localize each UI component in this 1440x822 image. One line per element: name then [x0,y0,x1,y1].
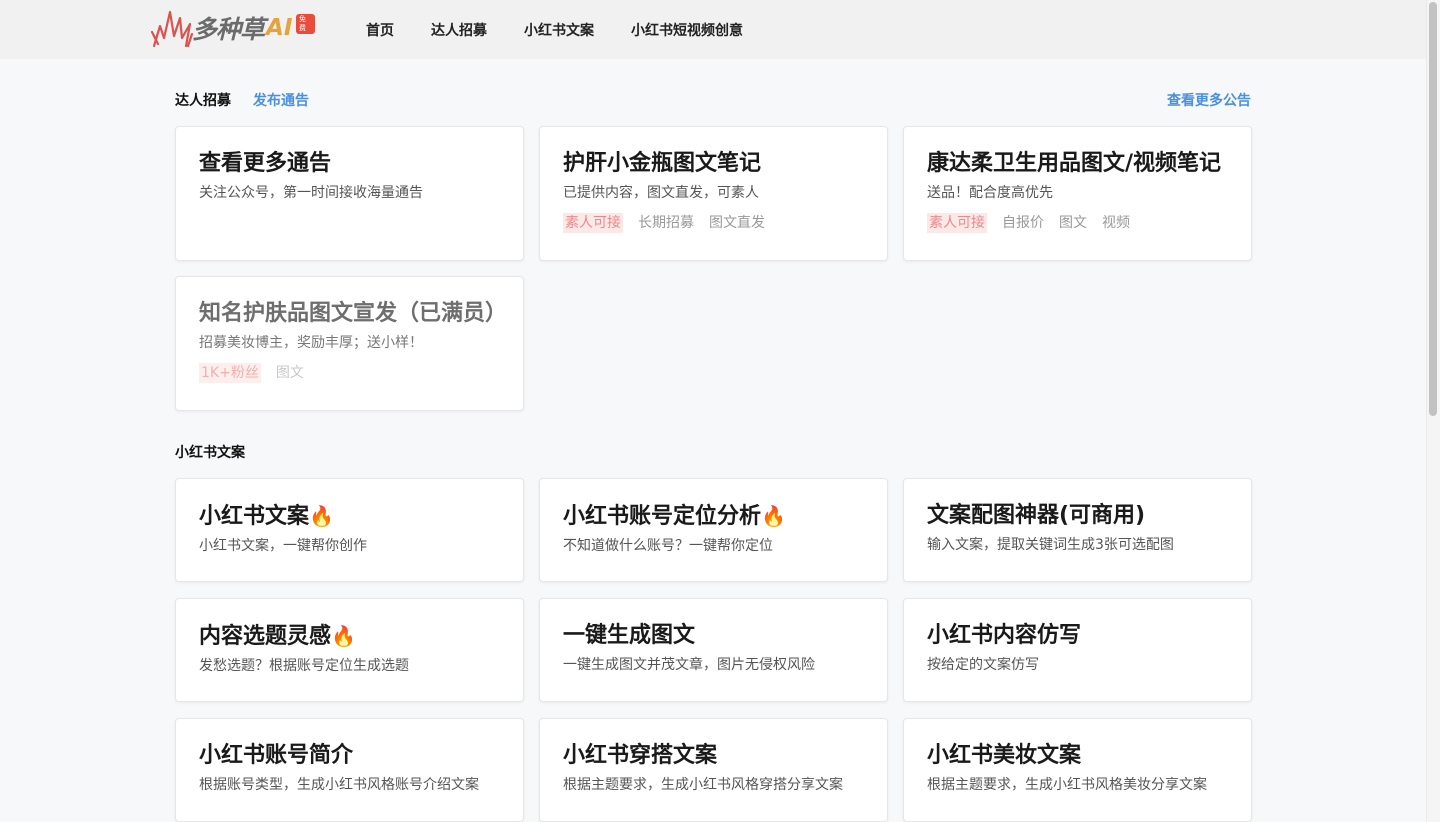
recruit-card-full[interactable]: 知名护肤品图文宣发（已满员） 招募美妆博主，奖励丰厚；送小样！ 1K+粉丝 图文 [175,276,524,411]
fire-icon: 🔥 [309,504,334,528]
recruit-section-header: 达人招募 发布通告 查看更多公告 [175,90,1251,110]
tag-hot: 素人可接 [927,213,987,233]
copy-section-header: 小红书文案 [175,442,1251,462]
tag-hot: 1K+粉丝 [199,363,261,383]
card-desc: 按给定的文案仿写 [927,657,1039,673]
recruit-section-title: 达人招募 [175,93,231,109]
card-desc: 发愁选题？根据账号定位生成选题 [199,658,409,674]
recruit-card[interactable]: 护肝小金瓶图文笔记 已提供内容，图文直发，可素人 素人可接 长期招募 图文直发 [539,126,888,261]
card-title: 护肝小金瓶图文笔记 [563,151,762,176]
card-desc: 关注公众号，第一时间接收海量通告 [199,185,423,201]
card-desc: 不知道做什么账号？一键帮你定位 [563,538,773,554]
card-tags: 1K+粉丝 图文 [199,363,500,383]
tag: 图文 [275,365,304,381]
card-title: 小红书穿搭文案 [563,743,718,768]
card-title: 小红书美妆文案 [927,743,1082,768]
card-desc: 输入文案，提取关键词生成3张可选配图 [927,537,1174,553]
tool-card[interactable]: 内容选题灵感🔥 发愁选题？根据账号定位生成选题 [175,598,524,702]
tool-card[interactable]: 小红书账号定位分析🔥 不知道做什么账号？一键帮你定位 [539,478,888,582]
nav-home[interactable]: 首页 [366,20,394,40]
card-desc: 根据主题要求，生成小红书风格穿搭分享文案 [563,777,843,793]
site-logo[interactable]: 多种草 AI 免费 [150,6,315,50]
card-desc: 招募美妆博主，奖励丰厚；送小样！ [199,335,423,351]
card-title: 小红书内容仿写 [927,623,1082,648]
tool-card[interactable]: 文案配图神器(可商用) 输入文案，提取关键词生成3张可选配图 [903,478,1252,582]
copy-section-title: 小红书文案 [175,445,245,461]
scrollbar-thumb[interactable] [1429,2,1437,416]
card-desc: 一键生成图文并茂文章，图片无侵权风险 [563,657,815,673]
scrollbar[interactable] [1426,0,1440,822]
recruit-card[interactable]: 查看更多通告 关注公众号，第一时间接收海量通告 [175,126,524,261]
card-title: 查看更多通告 [199,151,332,176]
nav-xhs-copy[interactable]: 小红书文案 [524,20,594,40]
free-badge: 免费 [296,14,315,34]
nav-xhs-video[interactable]: 小红书短视频创意 [631,20,743,40]
tag: 自报价 [1002,215,1044,231]
tool-card[interactable]: 小红书内容仿写 按给定的文案仿写 [903,598,1252,702]
tag: 图文直发 [709,215,765,231]
publish-notice-link[interactable]: 发布通告 [253,90,309,110]
card-title: 文案配图神器(可商用) [927,503,1146,528]
fire-icon: 🔥 [331,624,356,648]
recruit-card[interactable]: 康达柔卫生用品图文/视频笔记 送品！配合度高优先 素人可接 自报价 图文 视频 [903,126,1252,261]
card-desc: 已提供内容，图文直发，可素人 [563,185,759,201]
card-title: 小红书账号简介 [199,743,354,768]
card-title: 一键生成图文 [563,623,696,648]
fire-icon: 🔥 [761,504,786,528]
tool-card[interactable]: 小红书美妆文案 根据主题要求，生成小红书风格美妆分享文案 [903,718,1252,822]
tag: 长期招募 [638,215,694,231]
card-desc: 送品！配合度高优先 [927,185,1053,201]
tool-card[interactable]: 小红书穿搭文案 根据主题要求，生成小红书风格穿搭分享文案 [539,718,888,822]
main-nav: 首页 达人招募 小红书文案 小红书短视频创意 [366,0,780,59]
logo-ai-text: AI [266,15,293,41]
card-title: 知名护肤品图文宣发（已满员） [199,301,508,326]
card-title: 小红书文案🔥 [199,504,334,529]
tag: 图文 [1059,215,1087,231]
card-title: 小红书账号定位分析🔥 [563,504,786,529]
tag-hot: 素人可接 [563,213,623,233]
nav-recruit[interactable]: 达人招募 [431,20,487,40]
card-desc: 根据主题要求，生成小红书风格美妆分享文案 [927,777,1207,793]
top-navbar: 多种草 AI 免费 首页 达人招募 小红书文案 小红书短视频创意 [0,0,1426,59]
card-tags: 素人可接 自报价 图文 视频 [927,213,1228,233]
tool-card[interactable]: 小红书账号简介 根据账号类型，生成小红书风格账号介绍文案 [175,718,524,822]
card-tags: 素人可接 长期招募 图文直发 [563,213,864,233]
tool-card[interactable]: 小红书文案🔥 小红书文案，一键帮你创作 [175,478,524,582]
tool-card[interactable]: 一键生成图文 一键生成图文并茂文章，图片无侵权风险 [539,598,888,702]
more-notices-link[interactable]: 查看更多公告 [1167,90,1251,110]
logo-text: 多种草 [192,15,265,44]
card-desc: 小红书文案，一键帮你创作 [199,538,367,554]
card-title: 内容选题灵感🔥 [199,624,356,649]
tag: 视频 [1102,215,1130,231]
grass-logo-icon [150,10,194,48]
card-desc: 根据账号类型，生成小红书风格账号介绍文案 [199,777,479,793]
card-title: 康达柔卫生用品图文/视频笔记 [927,151,1222,176]
